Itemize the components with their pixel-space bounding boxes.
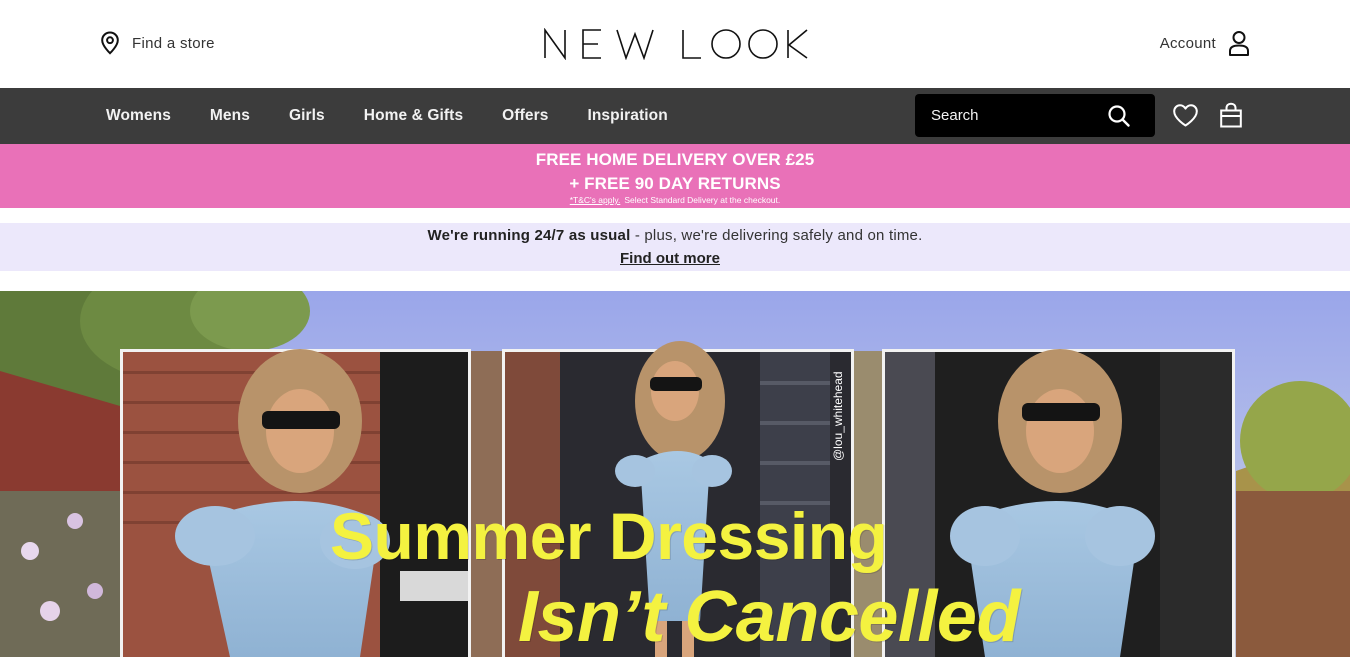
search-input[interactable] bbox=[915, 107, 1095, 124]
new-look-logo[interactable] bbox=[543, 28, 808, 60]
service-info-banner: We're running 24/7 as usual - plus, we'r… bbox=[0, 223, 1350, 271]
account-link[interactable]: Account bbox=[1160, 30, 1250, 56]
promo-line-1: FREE HOME DELIVERY OVER £25 bbox=[535, 150, 815, 169]
nav-item-inspiration[interactable]: Inspiration bbox=[587, 107, 667, 125]
search-box bbox=[915, 94, 1155, 137]
service-info-rest: - plus, we're delivering safely and on t… bbox=[630, 227, 923, 244]
user-icon bbox=[1229, 31, 1249, 56]
service-info-bold: We're running 24/7 as usual bbox=[427, 227, 631, 244]
find-a-store-link[interactable]: Find a store bbox=[100, 31, 215, 55]
photo-credit-text: @lou_whitehead bbox=[831, 371, 845, 461]
hero-title-line-2: Isn’t Cancelled bbox=[518, 577, 1020, 657]
nav-item-womens[interactable]: Womens bbox=[106, 107, 171, 125]
hero-banner[interactable]: @lou_whitehead Summer Dressing Isn’t Can… bbox=[0, 291, 1350, 657]
nav-item-girls[interactable]: Girls bbox=[289, 107, 325, 125]
promo-terms: *T&C's apply. Select Standard Delivery at… bbox=[0, 195, 1350, 205]
find-out-more-link[interactable]: Find out more bbox=[620, 250, 720, 267]
search-icon[interactable] bbox=[1107, 104, 1131, 128]
service-info-text: We're running 24/7 as usual - plus, we'r… bbox=[0, 227, 1350, 244]
find-a-store-label: Find a store bbox=[132, 34, 215, 52]
top-header: Find a store Account bbox=[0, 0, 1350, 88]
account-label: Account bbox=[1159, 34, 1216, 52]
free-delivery-banner[interactable]: FREE HOME DELIVERY OVER £25 + FREE 90 DA… bbox=[0, 144, 1350, 208]
nav-item-mens[interactable]: Mens bbox=[210, 107, 250, 125]
heart-icon[interactable] bbox=[1172, 103, 1199, 128]
nav-item-offers[interactable]: Offers bbox=[502, 107, 548, 125]
terms-link[interactable]: *T&C's apply. bbox=[570, 195, 621, 205]
main-navigation: Womens Mens Girls Home & Gifts Offers In… bbox=[0, 88, 1350, 144]
photo-credit: @lou_whitehead bbox=[817, 353, 857, 473]
nav-item-home-gifts[interactable]: Home & Gifts bbox=[364, 107, 463, 125]
terms-text: Select Standard Delivery at the checkout… bbox=[624, 195, 781, 205]
nav-menu: Womens Mens Girls Home & Gifts Offers In… bbox=[106, 88, 707, 144]
location-pin-icon bbox=[101, 31, 119, 55]
hero-title-line-1: Summer Dressing bbox=[330, 499, 888, 573]
shopping-bag-icon[interactable] bbox=[1219, 102, 1243, 128]
promo-line-2: + FREE 90 DAY RETURNS bbox=[569, 174, 781, 193]
